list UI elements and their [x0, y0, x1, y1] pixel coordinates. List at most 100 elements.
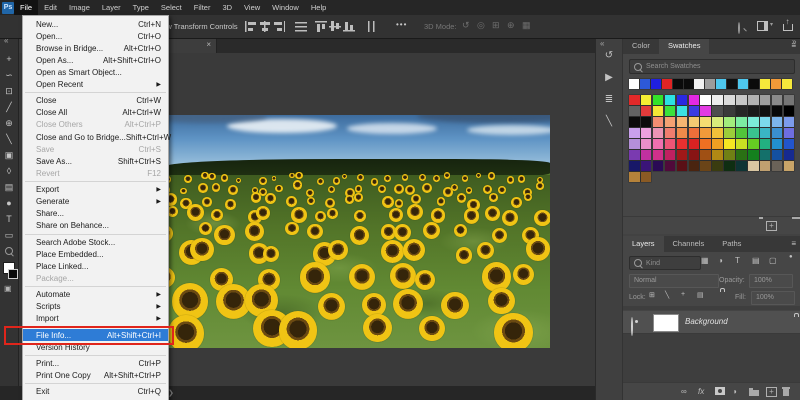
file-menu-item-browse-in-bridge[interactable]: Browse in Bridge... Alt+Ctrl+O — [23, 42, 168, 54]
opacity-value[interactable]: 100% — [749, 274, 793, 288]
layer-thumbnail[interactable] — [653, 314, 679, 332]
menu-window[interactable]: Window — [266, 0, 305, 15]
filter-1-icon[interactable]: ◑ — [718, 256, 723, 265]
filter-2-icon[interactable]: T — [735, 256, 740, 265]
menu-view[interactable]: View — [238, 0, 266, 15]
new-group-icon[interactable] — [749, 387, 759, 396]
swatch[interactable] — [676, 161, 688, 171]
dodge-tool[interactable]: ● — [0, 196, 18, 210]
distribute-v-icon[interactable] — [365, 21, 377, 32]
swatch[interactable] — [771, 106, 783, 116]
swatch[interactable] — [640, 161, 652, 171]
swatch[interactable] — [664, 139, 676, 149]
swatch[interactable] — [640, 117, 652, 127]
swatch[interactable] — [676, 106, 688, 116]
swatch[interactable] — [640, 139, 652, 149]
eraser-tool[interactable]: ◊ — [0, 164, 18, 178]
swatch[interactable] — [771, 128, 783, 138]
new-layer-icon[interactable]: + — [766, 387, 777, 397]
swatch[interactable] — [724, 117, 735, 127]
swatch[interactable] — [688, 128, 699, 138]
lock-2-icon[interactable]: + — [681, 291, 685, 298]
filter-3-icon[interactable]: ▤ — [752, 256, 760, 265]
file-menu-item-open-as-smart-object[interactable]: Open as Smart Object... — [23, 66, 168, 78]
lock-3-icon[interactable]: ▤ — [697, 291, 704, 299]
menu-help[interactable]: Help — [305, 0, 332, 15]
lasso-tool[interactable]: ∽ — [0, 68, 18, 82]
swatch[interactable] — [652, 139, 664, 149]
add-mask-icon[interactable] — [715, 387, 725, 395]
swatch[interactable] — [736, 128, 747, 138]
file-menu-item-print[interactable]: Print... Ctrl+P — [23, 358, 168, 370]
swatch[interactable] — [650, 79, 661, 89]
more-options-button[interactable]: ••• — [396, 20, 407, 29]
swatch[interactable] — [700, 161, 711, 171]
brush-tool[interactable]: ╲ — [0, 132, 18, 146]
align-left-icon[interactable] — [245, 21, 257, 32]
swatch[interactable] — [748, 128, 759, 138]
swatch[interactable] — [640, 150, 652, 160]
zoom-tool[interactable] — [0, 244, 18, 258]
swatch[interactable] — [700, 117, 711, 127]
swatch[interactable] — [683, 79, 694, 89]
swatch[interactable] — [629, 117, 640, 127]
swatch[interactable] — [736, 150, 747, 160]
swatch[interactable] — [712, 139, 723, 149]
background-color-chip[interactable] — [8, 269, 18, 279]
file-menu-item-exit[interactable]: Exit Ctrl+Q — [23, 386, 168, 398]
swatch[interactable] — [629, 161, 640, 171]
filter-toggle-icon[interactable]: ● — [789, 254, 793, 260]
swatch[interactable] — [724, 95, 735, 105]
filter-4-icon[interactable]: ▢ — [769, 256, 777, 265]
swatch[interactable] — [759, 161, 771, 171]
search-swatches-input[interactable]: Search Swatches — [629, 59, 795, 74]
move-tool[interactable]: + — [0, 52, 18, 66]
filter-0-icon[interactable]: ▦ — [701, 256, 709, 265]
swatch[interactable] — [712, 150, 723, 160]
crop-tool[interactable]: ⊡ — [0, 84, 18, 98]
menu-3d[interactable]: 3D — [216, 0, 238, 15]
menu-select[interactable]: Select — [155, 0, 188, 15]
align-bottom-icon[interactable] — [343, 21, 355, 32]
adjustment-layer-icon[interactable]: ◑ — [732, 387, 737, 396]
swatch[interactable] — [736, 139, 747, 149]
swatch[interactable] — [676, 95, 688, 105]
menu-edit[interactable]: Edit — [38, 0, 63, 15]
file-menu-item-share-on-behance[interactable]: Share on Behance... — [23, 220, 168, 232]
clone-stamp-tool[interactable]: ▣ — [0, 148, 18, 162]
swatch[interactable] — [783, 161, 795, 171]
swatch[interactable] — [629, 172, 640, 182]
shape-tool[interactable]: ▭ — [0, 228, 18, 242]
swatch[interactable] — [712, 128, 723, 138]
swatch[interactable] — [664, 95, 676, 105]
lock-1-icon[interactable]: ╲ — [665, 291, 669, 299]
swatch[interactable] — [736, 161, 747, 171]
swatch[interactable] — [724, 139, 735, 149]
tab-swatches[interactable]: Swatches — [658, 38, 710, 54]
swatch[interactable] — [771, 95, 783, 105]
file-menu-item-print-one-copy[interactable]: Print One Copy Alt+Shift+Ctrl+P — [23, 370, 168, 382]
swatch[interactable] — [640, 95, 652, 105]
file-menu-item-place-linked[interactable]: Place Linked... — [23, 260, 168, 272]
align-center-h-icon[interactable] — [259, 21, 271, 32]
file-menu-item-file-info[interactable]: File Info... Alt+Shift+Ctrl+I — [4, 325, 174, 345]
swatch[interactable] — [700, 139, 711, 149]
lock-0-icon[interactable]: ⊞ — [649, 291, 655, 299]
distribute-h-icon[interactable] — [295, 21, 307, 32]
swatch[interactable] — [736, 117, 747, 127]
swatch[interactable] — [781, 79, 792, 89]
3d-mode-icon-3[interactable]: ⊕ — [507, 20, 515, 31]
swatch[interactable] — [724, 150, 735, 160]
swatch[interactable] — [736, 106, 747, 116]
tab-channels[interactable]: Channels — [664, 236, 714, 252]
file-menu-item-search-adobe-stock[interactable]: Search Adobe Stock... — [23, 236, 168, 248]
swatch[interactable] — [724, 128, 735, 138]
swatch[interactable] — [736, 95, 747, 105]
brushes-panel-icon[interactable]: ╲ — [596, 116, 622, 127]
swatch[interactable] — [676, 139, 688, 149]
swatch[interactable] — [712, 161, 723, 171]
file-menu-item-scripts[interactable]: Scripts ▶ — [23, 301, 168, 313]
swatch[interactable] — [688, 106, 699, 116]
swatch[interactable] — [700, 150, 711, 160]
swatch[interactable] — [748, 106, 759, 116]
